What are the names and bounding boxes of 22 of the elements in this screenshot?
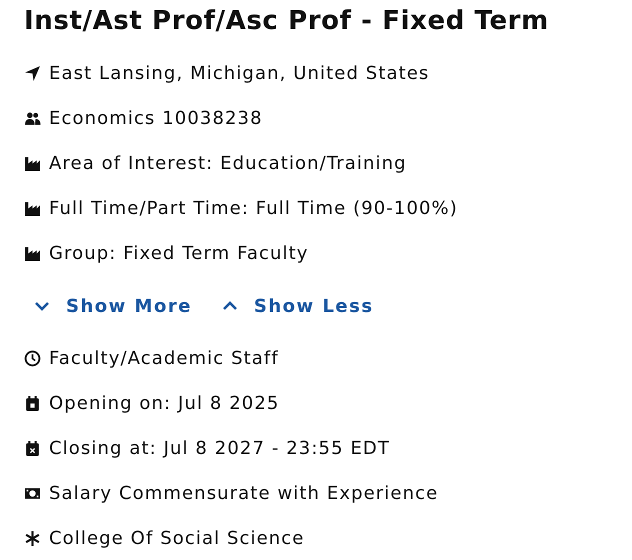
factory-icon [24,155,41,172]
factory-icon [24,245,41,262]
job-title: Inst/Ast Prof/Asc Prof - Fixed Term [24,6,550,38]
detail-text: College Of Social Science [49,527,304,552]
asterisk-icon [24,530,41,548]
detail-text: Opening on: Jul 8 2025 [49,392,280,416]
show-less-link[interactable]: Show Less [222,292,374,320]
detail-text: Area of Interest: Education/Training [49,152,407,176]
detail-text: Economics 10038238 [49,107,263,132]
detail-text: Full Time/Part Time: Full Time (90-100%) [49,197,458,222]
detail-text: Closing at: Jul 8 2027 - 23:55 EDT [49,437,390,462]
show-more-link[interactable]: Show More [34,292,192,320]
detail-text: East Lansing, Michigan, United States [49,62,430,86]
calendar-x-icon [24,440,41,458]
factory-icon [24,200,41,218]
calendar-icon [24,395,41,412]
people-icon [24,110,41,128]
detail-text: Group: Fixed Term Faculty [49,242,309,266]
location-arrow-icon [24,65,41,82]
clock-icon [24,350,41,368]
detail-text: Faculty/Academic Staff [49,347,279,372]
detail-text: Salary Commensurate with Experience [49,482,438,506]
